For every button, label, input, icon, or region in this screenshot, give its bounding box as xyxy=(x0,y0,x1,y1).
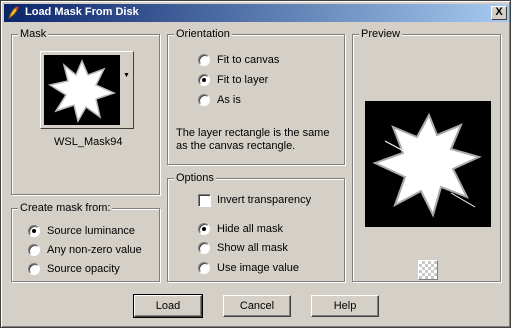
radio-dot[interactable] xyxy=(28,263,40,275)
radio-dot[interactable] xyxy=(198,223,210,235)
radio-label: Fit to layer xyxy=(217,74,269,86)
radio-dot[interactable] xyxy=(198,54,210,66)
radio-label: Use image value xyxy=(217,262,299,274)
mask-preview-image xyxy=(365,101,491,227)
orientation-note: The layer rectangle is the same as the c… xyxy=(176,127,330,152)
preview-group: Preview xyxy=(352,28,501,282)
mask-thumbnail xyxy=(44,55,120,125)
background-swatch-icon[interactable] xyxy=(418,260,438,280)
window-title: Load Mask From Disk xyxy=(25,6,139,18)
mask-legend: Mask xyxy=(18,28,49,40)
app-icon xyxy=(8,6,19,19)
checkbox-label: Invert transparency xyxy=(217,194,312,206)
radio-label: Any non-zero value xyxy=(47,244,142,256)
options-group: Options Invert transparency Hide all mas… xyxy=(167,172,345,282)
radio-dot[interactable] xyxy=(198,262,210,274)
radio-dot[interactable] xyxy=(198,94,210,106)
dropdown-arrow-icon: ▼ xyxy=(123,72,130,79)
radio-dot[interactable] xyxy=(198,74,210,86)
create-mask-group: Create mask from: Source luminance Any n… xyxy=(11,202,160,282)
radio-label: Fit to canvas xyxy=(217,54,280,66)
mask-group: Mask ▼ WSL_Mask94 xyxy=(11,28,160,195)
radio-label: Source luminance xyxy=(47,225,136,237)
radio-dot[interactable] xyxy=(198,242,210,254)
orientation-legend: Orientation xyxy=(174,28,232,40)
radio-dot[interactable] xyxy=(28,244,40,256)
load-button[interactable]: Load xyxy=(133,294,203,318)
checkbox-box[interactable] xyxy=(198,194,211,207)
create-mask-legend: Create mask from: xyxy=(18,202,113,214)
mask-name: WSL_Mask94 xyxy=(54,136,123,148)
cancel-button[interactable]: Cancel xyxy=(223,295,291,317)
preview-legend: Preview xyxy=(359,28,403,40)
orientation-group: Orientation Fit to canvas Fit to layer A… xyxy=(167,28,345,165)
radio-label: Show all mask xyxy=(217,242,288,254)
radio-label: Source opacity xyxy=(47,263,120,275)
radio-label: Hide all mask xyxy=(217,223,284,235)
radio-label: As is xyxy=(217,94,241,106)
mask-thumbnail-button[interactable]: ▼ xyxy=(40,51,134,129)
options-legend: Options xyxy=(174,172,216,184)
title-bar[interactable]: Load Mask From Disk X xyxy=(4,4,509,22)
help-button[interactable]: Help xyxy=(311,295,379,317)
load-mask-dialog: Load Mask From Disk X Mask ▼ WSL_Mask94 … xyxy=(0,0,511,328)
radio-dot[interactable] xyxy=(28,225,40,237)
close-button[interactable]: X xyxy=(491,6,507,20)
